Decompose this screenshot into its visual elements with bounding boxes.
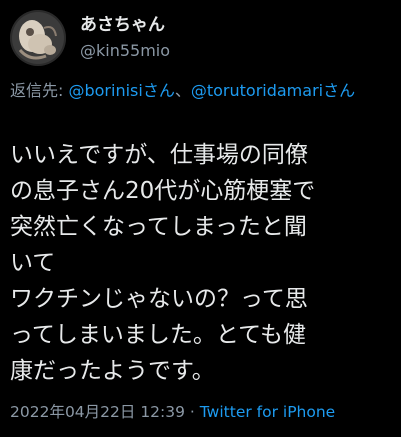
avatar-image (10, 10, 66, 66)
user-handle[interactable]: @kin55mio (80, 40, 170, 62)
mention-borinisi[interactable]: @borinisiさん (68, 81, 174, 100)
tweet-client[interactable]: Twitter for iPhone (200, 403, 335, 421)
avatar[interactable] (10, 10, 66, 66)
tweet-text: いいえですが、仕事場の同僚 の息子さん20代が心筋梗塞で 突然亡くなってしまった… (10, 142, 316, 384)
tweet-meta: 2022年04月22日 12:39 · Twitter for iPhone (10, 402, 335, 422)
user-names: あさちゃん @kin55mio (80, 14, 170, 62)
tweet-header: あさちゃん @kin55mio (10, 10, 170, 66)
reply-separator: 、 (174, 81, 191, 100)
mention-torutoridamari[interactable]: @torutoridamariさん (191, 81, 355, 100)
reply-to-line: 返信先: @borinisiさん、@torutoridamariさん (10, 80, 390, 102)
meta-separator: · (185, 403, 200, 421)
tweet-timestamp[interactable]: 2022年04月22日 12:39 (10, 403, 185, 421)
reply-prefix: 返信先: (10, 81, 69, 100)
display-name[interactable]: あさちゃん (80, 14, 170, 36)
tweet: あさちゃん @kin55mio 返信先: @borinisiさん、@toruto… (0, 0, 401, 437)
